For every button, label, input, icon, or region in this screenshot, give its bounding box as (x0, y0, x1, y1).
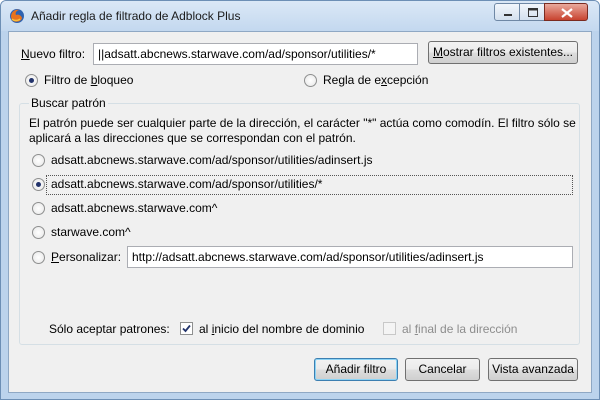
close-icon (561, 8, 573, 18)
add-filter-button[interactable]: Añadir filtro (314, 358, 398, 381)
address-end-checkbox[interactable] (383, 322, 396, 335)
dialog-content: Nuevo filtro: ||adsatt.abcnews.starwave.… (8, 31, 592, 393)
domain-start-label: al inicio del nombre de dominio (199, 322, 365, 336)
dialog-window: Añadir regla de filtrado de Adblock Plus… (0, 0, 600, 400)
exception-rule-label: Regla de excepción (323, 73, 429, 87)
window-title: Añadir regla de filtrado de Adblock Plus (31, 9, 241, 23)
pattern-radio-base-domain[interactable] (32, 226, 45, 239)
firefox-icon (9, 8, 25, 24)
address-end-label: al final de la dirección (402, 322, 518, 336)
exception-rule-radio[interactable] (304, 74, 317, 87)
pattern-radio-custom[interactable] (32, 251, 45, 264)
pattern-option-base-domain: starwave.com^ (51, 225, 131, 239)
pattern-option-domain: adsatt.abcnews.starwave.com^ (51, 201, 218, 215)
pattern-description-line1: El patrón puede ser cualquier parte de l… (29, 116, 576, 130)
pattern-radio-wildcard[interactable] (32, 178, 45, 191)
blocking-filter-radio[interactable] (25, 74, 38, 87)
pattern-radio-full-url[interactable] (32, 154, 45, 167)
pattern-group-title: Buscar patrón (29, 96, 108, 110)
pattern-description-line2: aplicará a las direcciones que se corres… (29, 131, 356, 145)
close-button[interactable] (544, 3, 588, 21)
pattern-option-full-url: adsatt.abcnews.starwave.com/ad/sponsor/u… (51, 153, 373, 167)
pattern-option-wildcard: adsatt.abcnews.starwave.com/ad/sponsor/u… (51, 177, 323, 191)
accept-patterns-label: Sólo aceptar patrones: (49, 322, 170, 336)
advanced-view-button[interactable]: Vista avanzada (488, 358, 578, 381)
domain-start-checkbox[interactable] (180, 322, 193, 335)
check-mark-icon (182, 324, 191, 333)
show-existing-filters-button[interactable]: Mostrar filtros existentes... (428, 41, 578, 64)
cancel-button[interactable]: Cancelar (405, 358, 480, 381)
maximize-button[interactable] (519, 3, 545, 21)
pattern-radio-domain[interactable] (32, 202, 45, 215)
blocking-filter-label: Filtro de bloqueo (44, 73, 134, 87)
title-bar: Añadir regla de filtrado de Adblock Plus (1, 1, 599, 31)
new-filter-input[interactable]: ||adsatt.abcnews.starwave.com/ad/sponsor… (93, 43, 418, 65)
minimize-button[interactable] (494, 3, 520, 21)
custom-pattern-label: Personalizar: (51, 250, 122, 264)
new-filter-label: Nuevo filtro: (21, 47, 86, 61)
custom-pattern-input[interactable]: http://adsatt.abcnews.starwave.com/ad/sp… (127, 246, 573, 268)
